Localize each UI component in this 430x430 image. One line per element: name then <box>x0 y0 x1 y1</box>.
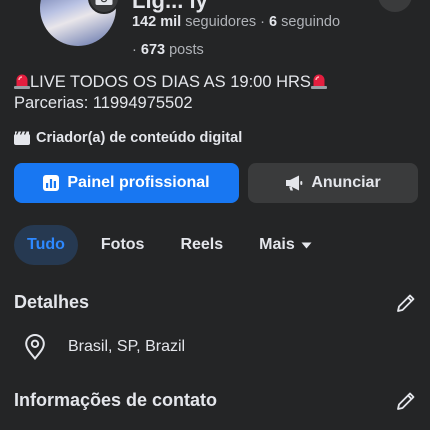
profile-category: Criador(a) de conteúdo digital <box>14 130 242 146</box>
profile-tabs: Tudo Fotos Reels Mais <box>14 225 312 265</box>
advertise-button[interactable]: Anunciar <box>248 163 418 203</box>
advertise-label: Anunciar <box>311 174 381 191</box>
location-text: Brasil, SP, Brazil <box>68 338 186 355</box>
tab-mais[interactable]: Mais <box>259 225 312 265</box>
location-row: Brasil, SP, Brazil <box>24 334 185 360</box>
edit-contact-pencil-icon[interactable] <box>395 390 417 412</box>
category-label: Criador(a) de conteúdo digital <box>36 130 243 146</box>
siren-icon <box>14 74 30 89</box>
tab-mais-label: Mais <box>259 236 295 253</box>
contact-info-title: Informações de contato <box>14 390 218 410</box>
following-label[interactable]: seguindo <box>281 14 340 30</box>
following-count[interactable]: 6 <box>269 14 277 30</box>
siren-icon <box>310 74 327 89</box>
top-right-action-button[interactable] <box>378 0 412 12</box>
professional-dashboard-label: Painel profissional <box>67 174 210 191</box>
bio-line-2: Parcerias: 11994975502 <box>14 94 193 112</box>
bio-line-1: LIVE TODOS OS DIAS AS 19:00 HRS <box>14 72 327 93</box>
posts-label: posts <box>169 42 204 58</box>
profile-stats-line: 142 mil seguidores · 6 seguindo <box>132 14 340 30</box>
location-pin-icon <box>25 334 45 360</box>
details-title: Detalhes <box>14 292 90 312</box>
professional-dashboard-button[interactable]: Painel profissional <box>14 163 239 203</box>
tab-reels[interactable]: Reels <box>180 225 223 265</box>
caret-down-icon <box>301 242 312 248</box>
posts-count: 673 <box>140 42 166 58</box>
megaphone-icon <box>286 175 303 191</box>
tab-tudo[interactable]: Tudo <box>14 225 78 265</box>
separator: · <box>260 14 266 30</box>
edit-details-pencil-icon[interactable] <box>395 292 417 314</box>
bio-text-1: LIVE TODOS OS DIAS AS 19:00 HRS <box>30 73 311 91</box>
followers-label[interactable]: seguidores <box>185 14 256 30</box>
profile-avatar-container[interactable] <box>40 0 120 46</box>
profile-name: Lig... ly <box>132 0 208 13</box>
followers-count[interactable]: 142 mil <box>132 14 181 30</box>
separator: · <box>132 42 137 58</box>
profile-bio: LIVE TODOS OS DIAS AS 19:00 HRS Parceria… <box>14 72 327 114</box>
camera-icon <box>95 0 113 5</box>
tab-fotos[interactable]: Fotos <box>101 225 145 265</box>
clapperboard-icon <box>14 131 30 145</box>
chart-icon <box>43 175 60 191</box>
posts-stats-line: · 673 posts <box>132 42 204 58</box>
